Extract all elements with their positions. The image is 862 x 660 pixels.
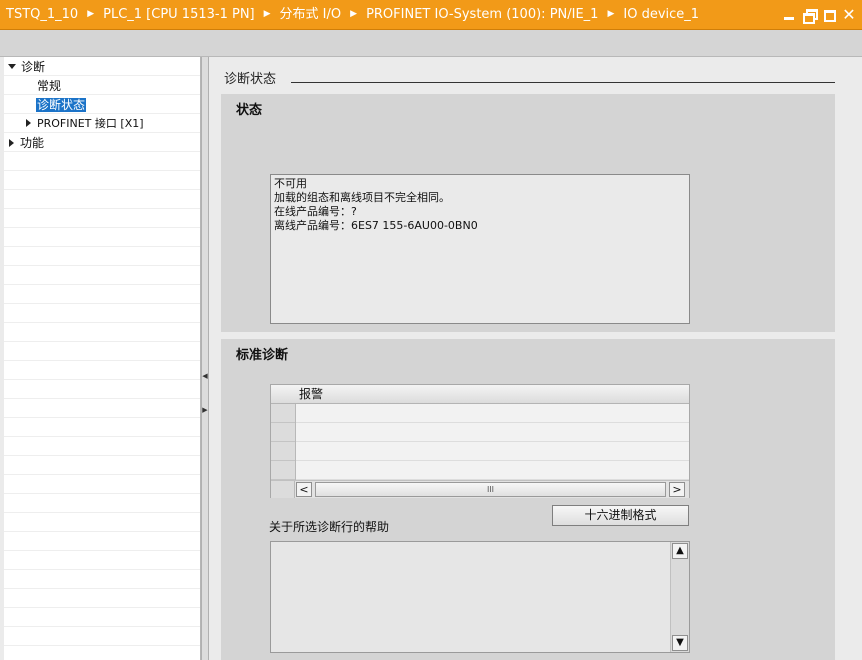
status-line: 在线产品编号：? bbox=[274, 205, 357, 218]
expand-right-icon[interactable]: ▶ bbox=[202, 402, 208, 418]
scroll-thumb[interactable]: III bbox=[315, 482, 666, 497]
collapse-left-icon[interactable]: ◀ bbox=[202, 368, 208, 384]
title-bar: TSTQ_1_10 ▶ PLC_1 [CPU 1513-1 PN] ▶ 分布式 … bbox=[0, 0, 862, 30]
toolbar bbox=[0, 30, 862, 57]
breadcrumb-separator-icon: ▶ bbox=[607, 9, 615, 19]
minimize-icon[interactable] bbox=[782, 8, 796, 22]
status-panel: 状态 不可用 加载的组态和离线项目不完全相同。 在线产品编号：? 离线产品编号：… bbox=[221, 94, 835, 332]
nav-item-label: 常规 bbox=[37, 79, 62, 93]
scroll-left-button[interactable]: < bbox=[296, 482, 312, 497]
nav-item-label: 诊断 bbox=[21, 60, 46, 74]
expanded-arrow-icon[interactable] bbox=[8, 64, 16, 69]
nav-item-profinet-interface[interactable]: PROFINET 接口 [X1] bbox=[26, 115, 144, 133]
nav-item-label: 诊断状态 bbox=[36, 98, 87, 112]
status-textbox: 不可用 加载的组态和离线项目不完全相同。 在线产品编号：? 离线产品编号：6ES… bbox=[270, 174, 690, 324]
close-icon[interactable]: ✕ bbox=[842, 7, 856, 23]
help-textbox[interactable]: ▲ ▼ bbox=[270, 541, 690, 653]
breadcrumb-separator-icon: ▶ bbox=[350, 9, 358, 19]
title-divider bbox=[291, 82, 835, 83]
horizontal-scrollbar[interactable]: < III > bbox=[271, 480, 689, 498]
collapsed-arrow-icon[interactable] bbox=[26, 119, 31, 127]
breadcrumb-item-plc[interactable]: PLC_1 [CPU 1513-1 PN] bbox=[103, 0, 255, 30]
panel-splitter[interactable]: ◀ ▶ bbox=[201, 57, 209, 660]
status-line: 离线产品编号：6ES7 155-6AU00-0BN0 bbox=[274, 219, 478, 232]
breadcrumb-separator-icon: ▶ bbox=[87, 9, 95, 19]
help-label: 关于所选诊断行的帮助 bbox=[269, 520, 390, 534]
hex-format-button[interactable]: 十六进制格式 bbox=[552, 505, 689, 526]
breadcrumb-separator-icon: ▶ bbox=[263, 9, 271, 19]
breadcrumb: TSTQ_1_10 ▶ PLC_1 [CPU 1513-1 PN] ▶ 分布式 … bbox=[6, 0, 699, 30]
breadcrumb-item-io-device[interactable]: IO device_1 bbox=[623, 0, 699, 30]
status-line: 加载的组态和离线项目不完全相同。 bbox=[274, 191, 450, 204]
standard-diagnostics-panel: 标准诊断 报警 < III > 十六进制格式 关于所选诊断行的帮助 ▲ ▼ bbox=[221, 339, 835, 660]
status-line: 不可用 bbox=[274, 177, 307, 190]
collapsed-arrow-icon[interactable] bbox=[9, 139, 14, 147]
nav-item-label: 功能 bbox=[20, 136, 45, 150]
content-area: 诊断状态 状态 不可用 加载的组态和离线项目不完全相同。 在线产品编号：? 离线… bbox=[210, 57, 862, 660]
alarm-table: 报警 < III > bbox=[270, 384, 690, 498]
maximize-icon[interactable] bbox=[822, 8, 836, 22]
nav-item-label: PROFINET 接口 [X1] bbox=[37, 117, 144, 130]
table-header: 报警 bbox=[271, 385, 689, 404]
breadcrumb-item-io-system[interactable]: PROFINET IO-System (100): PN/IE_1 bbox=[366, 0, 598, 30]
nav-item-diagnostics[interactable]: 诊断 bbox=[8, 58, 45, 76]
standard-diagnostics-title: 标准诊断 bbox=[236, 348, 289, 363]
scroll-right-button[interactable]: > bbox=[669, 482, 685, 497]
breadcrumb-item-distributed-io[interactable]: 分布式 I/O bbox=[280, 0, 342, 30]
column-header-alarm[interactable]: 报警 bbox=[299, 385, 323, 403]
nav-item-functions[interactable]: 功能 bbox=[9, 134, 44, 152]
nav-item-diagnostic-status[interactable]: 诊断状态 bbox=[36, 96, 87, 114]
vertical-scrollbar[interactable]: ▲ ▼ bbox=[670, 542, 689, 652]
nav-item-general[interactable]: 常规 bbox=[37, 77, 61, 95]
window-controls: ✕ bbox=[782, 0, 856, 30]
page-title: 诊断状态 bbox=[224, 72, 277, 87]
breadcrumb-item-project[interactable]: TSTQ_1_10 bbox=[6, 0, 78, 30]
scroll-up-button[interactable]: ▲ bbox=[672, 543, 688, 559]
scrollbar-corner bbox=[271, 481, 295, 498]
navigation-tree: 诊断 常规 诊断状态 PROFINET 接口 [X1] 功能 bbox=[4, 57, 201, 660]
row-header-column bbox=[271, 404, 296, 480]
scroll-down-button[interactable]: ▼ bbox=[672, 635, 688, 651]
table-body[interactable] bbox=[296, 404, 689, 480]
status-panel-title: 状态 bbox=[236, 103, 263, 118]
restore-icon[interactable] bbox=[802, 8, 818, 24]
